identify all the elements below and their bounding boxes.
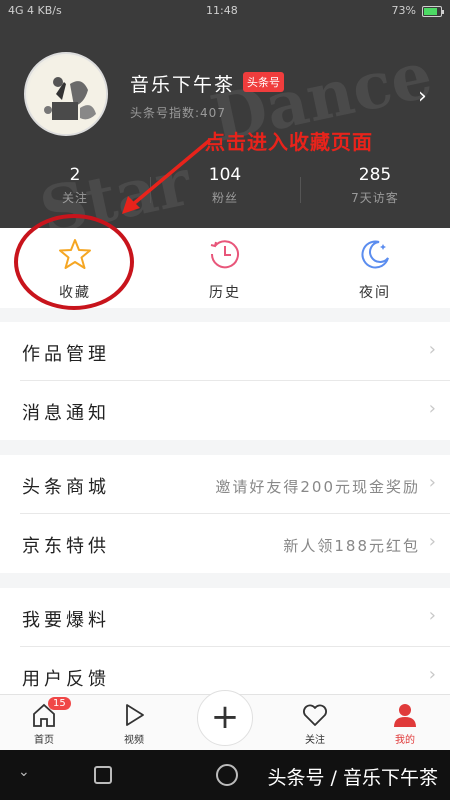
- history-button[interactable]: 历史: [150, 236, 300, 302]
- home-circle-icon[interactable]: [216, 764, 238, 786]
- menu-item-title: 作品管理: [22, 344, 110, 365]
- stat-visitors[interactable]: 285 7天访客: [300, 165, 450, 206]
- stat-value: 285: [358, 165, 392, 185]
- chevron-right-icon: ›: [428, 531, 436, 552]
- tab-label: 视频: [124, 735, 144, 746]
- stat-value: 2: [69, 165, 81, 185]
- profile-header: Dance Star 4G 4 KB/s 11:48 73% 音乐下午茶 头条号…: [0, 0, 450, 228]
- menu-group: 我要爆料 › 用户反馈 ›: [0, 588, 450, 694]
- recent-apps-icon[interactable]: [94, 766, 112, 784]
- system-nav-bar: ⌄ 头条号 / 音乐下午茶: [0, 750, 450, 800]
- avatar[interactable]: [24, 52, 108, 136]
- play-icon: [120, 701, 148, 729]
- menu-item-mall[interactable]: 头条商城 邀请好友得200元现金奖励 ›: [20, 455, 450, 514]
- publish-button[interactable]: +: [197, 690, 253, 746]
- account-index: 头条号指数:407: [130, 106, 226, 120]
- stat-label: 7天访客: [351, 191, 399, 205]
- chevron-right-icon[interactable]: ›: [418, 84, 427, 109]
- plus-icon: +: [210, 697, 240, 737]
- battery-icon: [422, 6, 444, 17]
- tab-following[interactable]: 关注: [285, 701, 345, 746]
- chevron-right-icon: ›: [428, 339, 436, 360]
- moon-icon: [357, 236, 393, 272]
- watermark: 头条号 / 音乐下午茶: [267, 767, 438, 789]
- menu-item-title: 我要爆料: [22, 610, 110, 631]
- menu-item-jd-special[interactable]: 京东特供 新人领188元红包 ›: [20, 514, 450, 573]
- star-icon: [57, 236, 93, 272]
- menu-item-title: 消息通知: [22, 403, 110, 424]
- quick-action-label: 夜间: [359, 285, 391, 301]
- tab-video[interactable]: 视频: [104, 701, 164, 746]
- favorites-button[interactable]: 收藏: [0, 236, 150, 302]
- tab-label: 关注: [305, 735, 325, 746]
- quick-action-label: 历史: [209, 285, 241, 301]
- menu-item-feedback[interactable]: 用户反馈 ›: [20, 647, 450, 694]
- quick-actions: 收藏 历史 夜间: [0, 228, 450, 308]
- back-chevron-icon[interactable]: ⌄: [18, 764, 30, 780]
- person-icon: [391, 701, 419, 729]
- status-signal: 4G 4 KB/s: [8, 4, 62, 17]
- annotation-text: 点击进入收藏页面: [205, 130, 373, 154]
- clock-icon: [207, 236, 243, 272]
- menu-group: 头条商城 邀请好友得200元现金奖励 › 京东特供 新人领188元红包 ›: [0, 455, 450, 573]
- chevron-right-icon: ›: [428, 664, 436, 685]
- tab-label: 首页: [34, 735, 54, 746]
- chevron-right-icon: ›: [428, 398, 436, 419]
- status-bar: 4G 4 KB/s 11:48 73%: [0, 0, 450, 24]
- menu-item-subtitle: 邀请好友得200元现金奖励: [215, 478, 420, 496]
- menu-item-notifications[interactable]: 消息通知 ›: [20, 381, 450, 440]
- heart-icon: [301, 701, 329, 729]
- tab-mine[interactable]: 我的: [375, 701, 435, 746]
- tab-home[interactable]: 15 首页: [14, 697, 74, 746]
- stat-fans[interactable]: 104 粉丝: [150, 165, 300, 206]
- stats-row: 2 关注 104 粉丝 285 7天访客: [0, 165, 450, 215]
- stat-label: 关注: [61, 191, 88, 205]
- stat-label: 粉丝: [211, 191, 238, 205]
- menu-item-title: 用户反馈: [22, 669, 110, 690]
- username[interactable]: 音乐下午茶: [130, 70, 235, 97]
- quick-action-label: 收藏: [59, 285, 91, 301]
- menu-item-title: 京东特供: [22, 536, 110, 557]
- status-time: 11:48: [206, 4, 238, 17]
- toutiao-badge: 头条号: [243, 72, 284, 92]
- menu-group: 作品管理 › 消息通知 ›: [0, 322, 450, 440]
- stat-value: 104: [208, 165, 242, 185]
- status-battery-text: 73%: [391, 4, 416, 17]
- notification-badge: 15: [48, 697, 71, 710]
- night-mode-button[interactable]: 夜间: [300, 236, 450, 302]
- tab-label: 我的: [395, 735, 415, 746]
- menu-item-report[interactable]: 我要爆料 ›: [20, 588, 450, 647]
- menu-item-works-management[interactable]: 作品管理 ›: [20, 322, 450, 381]
- stat-following[interactable]: 2 关注: [0, 165, 150, 206]
- menu-item-title: 头条商城: [22, 477, 110, 498]
- chevron-right-icon: ›: [428, 472, 436, 493]
- menu-item-subtitle: 新人领188元红包: [283, 537, 420, 555]
- chevron-right-icon: ›: [428, 605, 436, 626]
